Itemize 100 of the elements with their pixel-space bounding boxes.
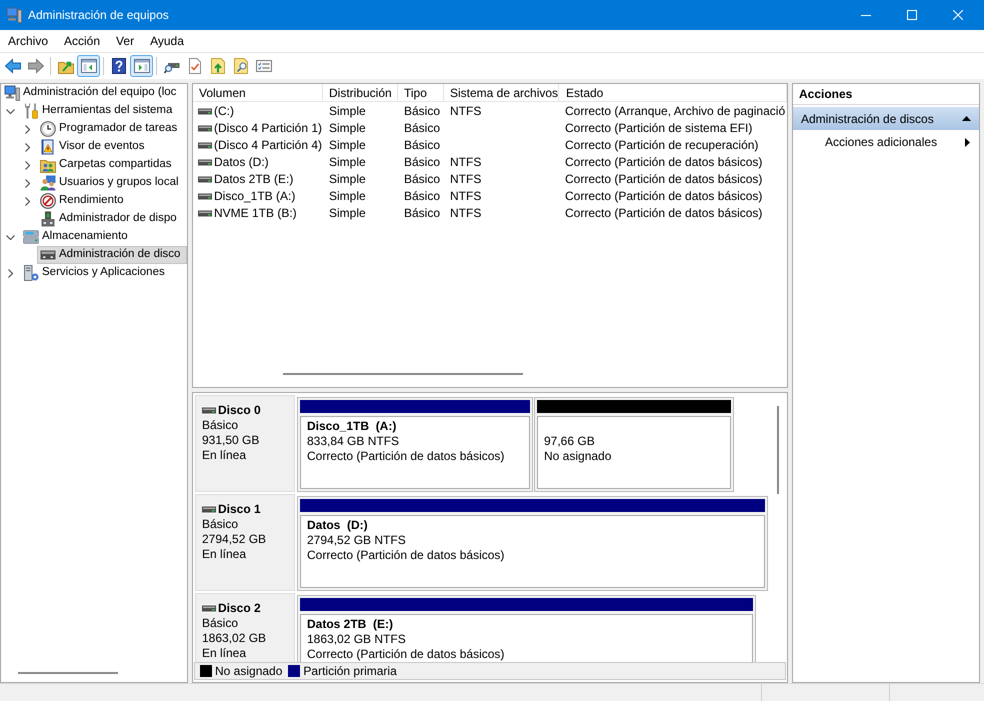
list-window-icon <box>256 58 272 74</box>
caret-up-icon[interactable] <box>962 116 971 121</box>
table-cell-text: (C:) <box>214 103 234 120</box>
window-title: Administración de equipos <box>28 7 169 24</box>
tree-item[interactable]: Servicios y Aplicaciones <box>20 264 168 282</box>
chevron-down-icon[interactable] <box>6 234 15 240</box>
actions-title: Acciones <box>793 84 979 105</box>
menu-item[interactable]: Acción <box>56 30 108 52</box>
table-cell-text: Básico <box>404 103 440 120</box>
partition-label: Disco_1TB (A:) <box>307 419 396 434</box>
tree-item[interactable]: Carpetas compartidas <box>37 156 174 174</box>
drive-icon <box>198 176 212 182</box>
tree-item[interactable]: Administración del equipo (loc <box>1 84 180 102</box>
disk-name: Disco 0 <box>218 403 261 418</box>
table-cell-text: NTFS <box>450 171 482 188</box>
arrow-left-icon <box>4 58 20 74</box>
disk-type: Básico <box>202 418 238 433</box>
table-cell-text: Datos 2TB (E:) <box>214 171 294 188</box>
table-cell-text: Simple <box>329 188 366 205</box>
table-cell-text: Correcto (Partición de recuperación) <box>565 137 758 154</box>
column-header[interactable]: Sistema de archivos <box>444 84 559 102</box>
partition-status: Correcto (Partición de datos básicos) <box>307 647 504 662</box>
column-header[interactable]: Estado <box>559 84 787 102</box>
menu-item[interactable]: Ayuda <box>142 30 192 52</box>
table-cell-text: Correcto (Partición de datos básicos) <box>565 154 762 171</box>
table-cell-text: Correcto (Partición de sistema EFI) <box>565 120 752 137</box>
drive-icon <box>198 210 212 216</box>
chevron-right-icon[interactable] <box>25 178 30 188</box>
tree-item[interactable]: Usuarios y grupos local <box>37 174 182 192</box>
table-cell-text: (Disco 4 Partición 4) <box>214 137 322 154</box>
disk-status: En línea <box>202 646 246 661</box>
action-item[interactable]: Acciones adicionales <box>793 132 979 152</box>
partition-status: Correcto (Partición de datos básicos) <box>307 449 504 464</box>
drive-icon <box>198 142 212 148</box>
page-check-icon <box>186 58 202 74</box>
chevron-right-icon[interactable] <box>8 268 13 278</box>
show-action-pane-button[interactable] <box>130 55 153 77</box>
partition-size: 1863,02 GB NTFS <box>307 632 406 647</box>
partition-label: Datos 2TB (E:) <box>307 617 394 632</box>
table-cell-text: Básico <box>404 137 440 154</box>
arrow-right-icon <box>28 58 44 74</box>
partition-block[interactable]: Disco_1TB (A:) 833,84 GB NTFS Correcto (Partición de datos básicos) <box>297 397 533 492</box>
table-cell-text: Correcto (Arranque, Archivo de paginació <box>565 103 786 120</box>
disk-size: 1863,02 GB <box>202 631 266 646</box>
drive-icon <box>202 605 216 612</box>
storage-icon <box>23 229 39 245</box>
chevron-right-icon[interactable] <box>25 142 30 152</box>
table-cell-text: Simple <box>329 205 366 222</box>
partition-status: No asignado <box>544 449 612 464</box>
partition-status: Correcto (Partición de datos básicos) <box>307 548 504 563</box>
chevron-right-icon[interactable] <box>25 124 30 134</box>
table-cell-text: Básico <box>404 171 440 188</box>
partition-block[interactable]: Datos 2TB (E:) 1863,02 GB NTFS Correcto (Partición de datos básicos) <box>297 595 756 662</box>
disk-size: 931,50 GB <box>202 433 260 448</box>
column-header[interactable]: Volumen <box>193 84 323 102</box>
chevron-right-icon[interactable] <box>25 196 30 206</box>
page-magnifier-icon <box>232 58 248 74</box>
server-gear-icon <box>23 265 39 281</box>
menu-item[interactable]: Ver <box>108 30 142 52</box>
wrench-screwdriver-icon <box>23 103 39 119</box>
tree-item[interactable]: Administración de disco <box>37 246 187 264</box>
tree-item[interactable]: Administrador de dispo <box>37 210 180 228</box>
tree-item[interactable]: Herramientas del sistema <box>20 102 176 120</box>
drive-icon <box>198 124 212 132</box>
action-section-header[interactable]: Administración de discos <box>793 107 979 130</box>
partition-block[interactable]: 97,66 GB No asignado <box>534 397 734 492</box>
table-cell-text: Básico <box>404 120 440 137</box>
scrollbar-thumb[interactable] <box>777 406 779 494</box>
table-cell-text: Simple <box>329 137 366 154</box>
chevron-right-icon[interactable] <box>25 160 30 170</box>
tree-item[interactable]: Programador de tareas <box>37 120 180 138</box>
partition-block[interactable]: Datos (D:) 2794,52 GB NTFS Correcto (Partición de datos básicos) <box>297 496 768 591</box>
partition-size: 97,66 GB <box>544 434 595 449</box>
tree-item[interactable]: Rendimiento <box>37 192 127 210</box>
table-cell-text: Simple <box>329 154 366 171</box>
close-icon <box>953 10 963 20</box>
log-book-warning-icon <box>40 139 56 155</box>
drive-icon <box>202 506 216 513</box>
legend-label: Partición primaria <box>303 663 397 680</box>
tree-item[interactable]: Almacenamiento <box>20 228 131 246</box>
gauge-icon <box>40 193 56 209</box>
table-cell-text: Básico <box>404 154 440 171</box>
column-header[interactable]: Tipo <box>398 84 444 102</box>
column-header[interactable]: Distribución <box>323 84 398 102</box>
page-up-arrow-icon <box>210 58 226 74</box>
chevron-down-icon[interactable] <box>6 108 15 114</box>
disk-name: Disco 2 <box>218 601 261 616</box>
disk-size: 2794,52 GB <box>202 532 266 547</box>
folder-people-icon <box>40 157 56 173</box>
scrollbar-thumb[interactable] <box>18 672 118 674</box>
table-cell-text: Simple <box>329 171 366 188</box>
device-icon <box>40 211 56 227</box>
table-cell-text: Correcto (Partición de datos básicos) <box>565 188 762 205</box>
table-cell-text: NTFS <box>450 103 482 120</box>
menu-item[interactable]: Archivo <box>0 30 56 52</box>
drive-icon <box>198 192 212 200</box>
show-tree-button[interactable] <box>77 55 100 77</box>
scrollbar-thumb[interactable] <box>283 373 523 375</box>
tree-item[interactable]: Visor de eventos <box>37 138 148 156</box>
table-cell-text: Correcto (Partición de datos básicos) <box>565 171 762 188</box>
